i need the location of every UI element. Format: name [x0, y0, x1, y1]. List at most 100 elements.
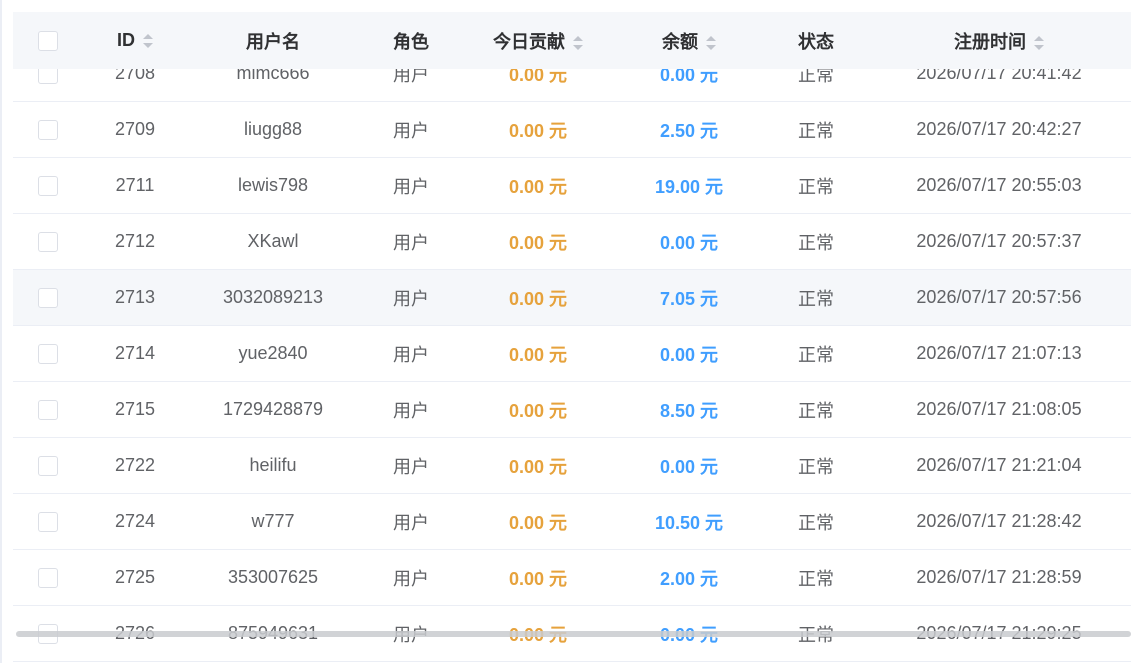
cell-contribution: 0.00 元	[508, 232, 568, 253]
table-row[interactable]: 2713 3032089213 用户 0.00 元 7.05 元 正常 2026…	[13, 270, 1131, 326]
cell-contribution: 0.00 元	[508, 344, 568, 365]
column-label: 余额	[662, 31, 698, 52]
cell-balance: 2.00 元	[659, 568, 719, 589]
cell-id: 2712	[114, 231, 156, 251]
table-row[interactable]: 2712 XKawl 用户 0.00 元 0.00 元 正常 2026/07/1…	[13, 214, 1131, 270]
cell-contribution: 0.00 元	[508, 288, 568, 309]
row-select-cell	[13, 455, 83, 476]
row-checkbox[interactable]	[38, 567, 58, 588]
cell-role: 用户	[393, 344, 429, 365]
cell-username: yue2840	[238, 343, 308, 363]
row-checkbox[interactable]	[38, 343, 58, 364]
cell-registered: 2026/07/17 20:55:03	[916, 175, 1082, 195]
table-row[interactable]: 2722 heilifu 用户 0.00 元 0.00 元 正常 2026/07…	[13, 438, 1131, 494]
cell-id: 2711	[115, 175, 155, 195]
table-row[interactable]: 2711 lewis798 用户 0.00 元 19.00 元 正常 2026/…	[13, 158, 1131, 214]
cell-balance: 10.50 元	[654, 512, 724, 533]
cell-registered: 2026/07/17 21:28:42	[916, 511, 1082, 531]
column-label: 今日贡献	[493, 31, 565, 52]
column-header-id[interactable]: ID	[83, 30, 187, 51]
cell-role: 用户	[393, 512, 429, 533]
row-select-cell	[13, 567, 83, 588]
header-select-all-cell	[13, 30, 83, 51]
cell-contribution: 0.00 元	[508, 512, 568, 533]
cell-balance: 0.00 元	[659, 456, 719, 477]
cell-balance: 0.00 元	[659, 344, 719, 365]
cell-id: 2725	[114, 567, 156, 587]
sort-icon[interactable]	[143, 34, 153, 49]
cell-role: 用户	[393, 120, 429, 141]
cell-username: lewis798	[237, 175, 309, 195]
row-select-cell	[13, 399, 83, 420]
table-row[interactable]: 2714 yue2840 用户 0.00 元 0.00 元 正常 2026/07…	[13, 326, 1131, 382]
cell-username: liugg88	[243, 119, 303, 139]
column-header-contribution[interactable]: 今日贡献	[463, 28, 613, 54]
sort-icon[interactable]	[1034, 35, 1044, 50]
cell-status: 正常	[798, 568, 834, 589]
cell-username: 1729428879	[222, 399, 324, 419]
cell-contribution: 0.00 元	[508, 568, 568, 589]
cell-registered: 2026/07/17 20:42:27	[916, 119, 1082, 139]
row-checkbox[interactable]	[38, 231, 58, 252]
cell-id: 2724	[114, 511, 156, 531]
row-select-cell	[13, 231, 83, 252]
cell-balance: 0.00 元	[659, 232, 719, 253]
sort-icon[interactable]	[706, 35, 716, 50]
cell-id: 2713	[114, 287, 156, 307]
row-checkbox[interactable]	[38, 511, 58, 532]
cell-balance: 8.50 元	[659, 400, 719, 421]
cell-registered: 2026/07/17 20:57:56	[916, 287, 1082, 307]
cell-role: 用户	[393, 456, 429, 477]
panel-left-border	[0, 0, 2, 663]
cell-status: 正常	[798, 456, 834, 477]
cell-id: 2722	[114, 455, 156, 475]
cell-status: 正常	[798, 288, 834, 309]
row-select-cell	[13, 511, 83, 532]
row-select-cell	[13, 175, 83, 196]
cell-balance: 19.00 元	[654, 176, 724, 197]
horizontal-scrollbar[interactable]	[16, 631, 1131, 637]
cell-status: 正常	[798, 344, 834, 365]
cell-role: 用户	[393, 232, 429, 253]
row-checkbox[interactable]	[38, 175, 58, 196]
column-label: 用户名	[246, 31, 300, 52]
table-body: 2708 mlmc666 用户 0.00 元 0.00 元 正常 2026/07…	[13, 46, 1131, 662]
cell-registered: 2026/07/17 21:07:13	[916, 343, 1082, 363]
table-row[interactable]: 2715 1729428879 用户 0.00 元 8.50 元 正常 2026…	[13, 382, 1131, 438]
column-header-status: 状态	[765, 28, 867, 54]
cell-contribution: 0.00 元	[508, 176, 568, 197]
column-header-role: 角色	[359, 28, 463, 54]
cell-role: 用户	[393, 568, 429, 589]
column-header-registered[interactable]: 注册时间	[867, 28, 1131, 54]
cell-status: 正常	[798, 512, 834, 533]
cell-contribution: 0.00 元	[508, 456, 568, 477]
cell-id: 2709	[114, 119, 156, 139]
table-row[interactable]: 2724 w777 用户 0.00 元 10.50 元 正常 2026/07/1…	[13, 494, 1131, 550]
select-all-checkbox[interactable]	[38, 30, 58, 51]
table-row[interactable]: 2725 353007625 用户 0.00 元 2.00 元 正常 2026/…	[13, 550, 1131, 606]
cell-contribution: 0.00 元	[508, 400, 568, 421]
row-checkbox[interactable]	[38, 399, 58, 420]
cell-username: XKawl	[247, 231, 299, 251]
cell-contribution: 0.00 元	[508, 120, 568, 141]
row-checkbox[interactable]	[38, 287, 58, 308]
cell-status: 正常	[798, 232, 834, 253]
row-select-cell	[13, 119, 83, 140]
table-header: ID 用户名 角色 今日贡献 余额 状态 注册时间	[13, 12, 1131, 69]
column-header-balance[interactable]: 余额	[613, 28, 765, 54]
column-header-username: 用户名	[187, 28, 359, 54]
row-checkbox[interactable]	[38, 119, 58, 140]
cell-status: 正常	[798, 176, 834, 197]
cell-status: 正常	[798, 400, 834, 421]
cell-username: 353007625	[227, 567, 319, 587]
row-checkbox[interactable]	[38, 455, 58, 476]
cell-registered: 2026/07/17 20:57:37	[916, 231, 1082, 251]
column-label: ID	[117, 30, 135, 50]
cell-username: 3032089213	[222, 287, 324, 307]
table-row[interactable]: 2709 liugg88 用户 0.00 元 2.50 元 正常 2026/07…	[13, 102, 1131, 158]
cell-role: 用户	[393, 400, 429, 421]
sort-icon[interactable]	[573, 35, 583, 50]
cell-role: 用户	[393, 288, 429, 309]
cell-role: 用户	[393, 176, 429, 197]
cell-balance: 7.05 元	[659, 288, 719, 309]
